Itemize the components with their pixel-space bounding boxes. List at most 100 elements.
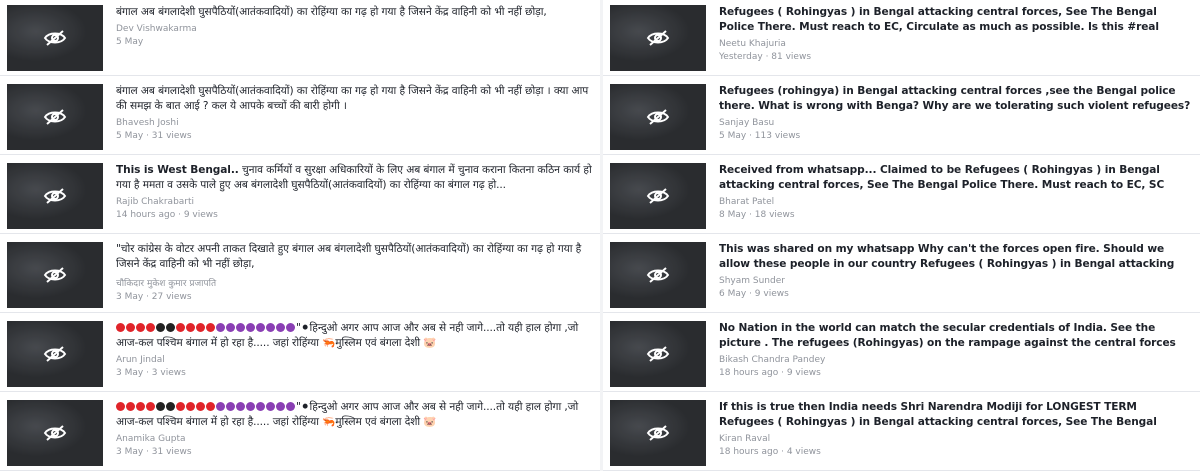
result-meta: 5 May · 113 views — [719, 131, 1192, 141]
emoji-row-icon — [116, 401, 296, 413]
video-result-card[interactable]: बंगाल अब बंगलादेशी घुसपैठियों(आतंकवादियो… — [0, 0, 600, 76]
result-title[interactable]: Refugees (rohingya) in Bengal attacking … — [719, 84, 1192, 114]
video-result-card[interactable]: Refugees (rohingya) in Bengal attacking … — [603, 79, 1200, 155]
video-thumbnail[interactable] — [7, 5, 103, 71]
result-views: 18 views — [754, 210, 795, 220]
result-title[interactable]: Refugees ( Rohingyas ) in Bengal attacki… — [719, 5, 1192, 35]
result-author[interactable]: Sanjay Basu — [719, 118, 1192, 128]
result-title[interactable]: "⚫हिन्दुओ अगर आप आज और अब से नही जागे...… — [116, 400, 592, 430]
result-author[interactable]: चौकिदार मुकेश कुमार प्रजापति — [116, 276, 592, 289]
result-title-text: Refugees ( Rohingyas ) in Bengal attacki… — [719, 6, 1159, 33]
title-lead: This is West Bengal.. — [116, 164, 239, 176]
result-views: 81 views — [771, 52, 812, 62]
video-thumbnail[interactable] — [7, 400, 103, 466]
result-views: 31 views — [151, 131, 192, 141]
video-result-card[interactable]: "⚫हिन्दुओ अगर आप आज और अब से नही जागे...… — [0, 316, 600, 392]
result-author[interactable]: Bikash Chandra Pandey — [719, 355, 1192, 365]
video-result-card[interactable]: "⚫हिन्दुओ अगर आप आज और अब से नही जागे...… — [0, 395, 600, 471]
result-title[interactable]: बंगाल अब बंगलादेशी घुसपैठियों(आतंकवादियो… — [116, 5, 592, 20]
eye-slash-icon — [646, 266, 670, 284]
eye-slash-icon — [646, 187, 670, 205]
result-title-text: Refugees (rohingya) in Bengal attacking … — [719, 85, 1191, 112]
video-thumbnail[interactable] — [610, 400, 706, 466]
video-result-card[interactable]: "चोर कांग्रेस के वोटर अपनी ताकत दिखाते ह… — [0, 237, 600, 313]
meta-separator: · — [778, 447, 787, 457]
video-thumbnail[interactable] — [7, 163, 103, 229]
video-result-card[interactable]: This was shared on my whatsapp Why can't… — [603, 237, 1200, 313]
video-thumbnail[interactable] — [7, 242, 103, 308]
result-content: Received from whatsapp... Claimed to be … — [719, 163, 1192, 220]
result-author[interactable]: Bhavesh Joshi — [116, 118, 592, 128]
eye-slash-icon — [646, 29, 670, 47]
meta-separator: · — [143, 447, 152, 457]
eye-slash-icon — [646, 424, 670, 442]
result-title[interactable]: बंगाल अब बंगलादेशी घुसपैठियों(आतंकवादियो… — [116, 84, 592, 114]
result-author[interactable]: Arun Jindal — [116, 355, 592, 365]
result-title[interactable]: "चोर कांग्रेस के वोटर अपनी ताकत दिखाते ह… — [116, 242, 592, 272]
result-title[interactable]: If this is true then India needs Shri Na… — [719, 400, 1192, 430]
meta-separator: · — [762, 52, 772, 62]
video-result-card[interactable]: No Nation in the world can match the sec… — [603, 316, 1200, 392]
result-author[interactable]: Shyam Sunder — [719, 276, 1192, 286]
result-date: 3 May — [116, 292, 144, 302]
result-meta: 18 hours ago · 9 views — [719, 368, 1192, 378]
result-date: 8 May — [719, 210, 747, 220]
result-date: 5 May — [116, 37, 144, 47]
result-meta: 14 hours ago · 9 views — [116, 210, 592, 220]
eye-slash-icon — [43, 345, 67, 363]
result-meta: 3 May · 27 views — [116, 292, 592, 302]
video-thumbnail[interactable] — [610, 163, 706, 229]
video-thumbnail[interactable] — [7, 84, 103, 150]
result-title[interactable]: This was shared on my whatsapp Why can't… — [719, 242, 1192, 272]
result-author[interactable]: Dev Vishwakarma — [116, 24, 592, 34]
result-date: 18 hours ago — [719, 447, 779, 457]
result-views: 9 views — [786, 368, 821, 378]
result-meta: Yesterday · 81 views — [719, 52, 1192, 62]
result-author[interactable]: Kiran Raval — [719, 434, 1192, 444]
meta-separator: · — [143, 368, 152, 378]
result-content: "⚫हिन्दुओ अगर आप आज और अब से नही जागे...… — [116, 400, 592, 457]
result-author[interactable]: Neetu Khajuria — [719, 39, 1192, 49]
video-thumbnail[interactable] — [610, 242, 706, 308]
result-author[interactable]: Anamika Gupta — [116, 434, 592, 444]
result-views: 4 views — [786, 447, 821, 457]
result-title-text: This was shared on my whatsapp Why can't… — [719, 243, 1175, 270]
result-title-text: बंगाल अब बंगलादेशी घुसपैठियों(आतंकवादियो… — [116, 85, 589, 112]
eye-slash-icon — [43, 187, 67, 205]
result-content: बंगाल अब बंगलादेशी घुसपैठियों(आतंकवादियो… — [116, 84, 592, 141]
emoji-row-icon — [116, 322, 296, 334]
result-title[interactable]: This is West Bengal.. चुनाव कर्मियों व स… — [116, 163, 592, 193]
result-title[interactable]: "⚫हिन्दुओ अगर आप आज और अब से नही जागे...… — [116, 321, 592, 351]
result-meta: 3 May · 31 views — [116, 447, 592, 457]
eye-slash-icon — [646, 108, 670, 126]
result-author[interactable]: Rajib Chakrabarti — [116, 197, 592, 207]
result-date: 5 May — [116, 131, 144, 141]
result-date: 18 hours ago — [719, 368, 779, 378]
result-views: 9 views — [754, 289, 789, 299]
result-views: 31 views — [151, 447, 192, 457]
video-result-card[interactable]: If this is true then India needs Shri Na… — [603, 395, 1200, 471]
video-thumbnail[interactable] — [610, 5, 706, 71]
video-result-card[interactable]: This is West Bengal.. चुनाव कर्मियों व स… — [0, 158, 600, 234]
result-title[interactable]: No Nation in the world can match the sec… — [719, 321, 1192, 351]
video-thumbnail[interactable] — [610, 84, 706, 150]
result-author[interactable]: Bharat Patel — [719, 197, 1192, 207]
result-content: This was shared on my whatsapp Why can't… — [719, 242, 1192, 299]
result-meta: 8 May · 18 views — [719, 210, 1192, 220]
eye-slash-icon — [43, 424, 67, 442]
result-date: 3 May — [116, 447, 144, 457]
result-meta: 3 May · 3 views — [116, 368, 592, 378]
result-views: 9 views — [183, 210, 218, 220]
video-result-card[interactable]: Received from whatsapp... Claimed to be … — [603, 158, 1200, 234]
result-meta: 6 May · 9 views — [719, 289, 1192, 299]
result-date: Yesterday — [719, 52, 763, 62]
video-thumbnail[interactable] — [7, 321, 103, 387]
video-thumbnail[interactable] — [610, 321, 706, 387]
result-title-text: Received from whatsapp... Claimed to be … — [719, 164, 1165, 191]
meta-separator: · — [175, 210, 184, 220]
video-result-card[interactable]: Refugees ( Rohingyas ) in Bengal attacki… — [603, 0, 1200, 76]
result-title[interactable]: Received from whatsapp... Claimed to be … — [719, 163, 1192, 193]
result-date: 14 hours ago — [116, 210, 176, 220]
meta-separator: · — [746, 289, 755, 299]
video-result-card[interactable]: बंगाल अब बंगलादेशी घुसपैठियों(आतंकवादियो… — [0, 79, 600, 155]
